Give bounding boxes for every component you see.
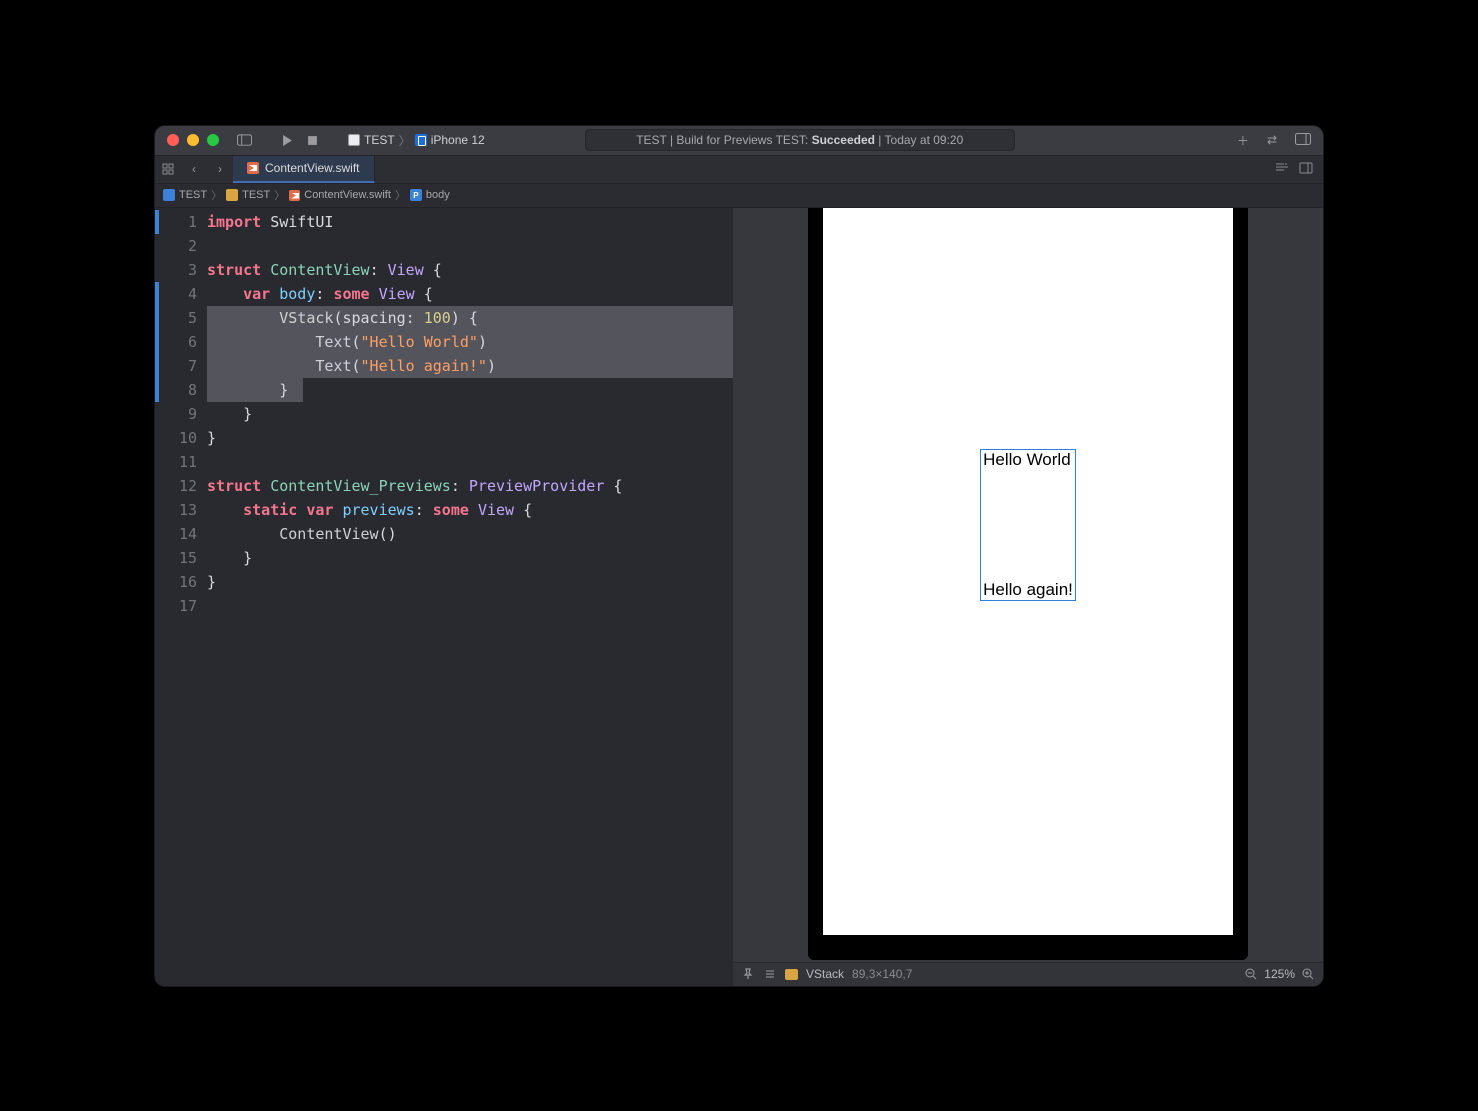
main-split: 1234567891011121314151617 import SwiftUI…: [155, 208, 1323, 986]
vstack-selection-box[interactable]: Hello World Hello again!: [980, 449, 1076, 601]
preview-text-2: Hello again!: [981, 580, 1075, 600]
preview-pane: Hello World Hello again! VStack 89,3×140…: [733, 208, 1323, 986]
selected-element-chip-icon: [785, 969, 798, 980]
tab-bar: ‹ › ContentView.swift: [155, 156, 1323, 184]
run-button[interactable]: [280, 134, 295, 146]
nav-forward-icon[interactable]: ›: [207, 156, 233, 183]
nav-back-icon[interactable]: ‹: [181, 156, 207, 183]
add-icon[interactable]: ＋: [1237, 132, 1249, 149]
pin-icon[interactable]: [741, 967, 755, 981]
line-gutter[interactable]: 1234567891011121314151617: [159, 208, 207, 986]
window-traffic-lights: [167, 134, 219, 146]
project-icon: [163, 189, 175, 201]
titlebar: TEST 〉 iPhone 12 TEST | Build for Previe…: [155, 126, 1323, 156]
crumb-group[interactable]: TEST: [242, 189, 270, 201]
swift-file-icon: [289, 190, 300, 201]
stop-button[interactable]: [305, 134, 320, 146]
folder-icon: [226, 189, 238, 201]
status-suffix: | Today at 09:20: [875, 133, 963, 147]
property-icon: P: [410, 189, 422, 201]
zoom-in-icon[interactable]: [1301, 967, 1315, 981]
toggle-inspector-icon[interactable]: [1295, 133, 1311, 148]
status-prefix: TEST | Build for Previews TEST:: [636, 133, 811, 147]
jump-bar[interactable]: TEST 〉 TEST 〉 ContentView.swift 〉 Pbody: [155, 184, 1323, 208]
crumb-file[interactable]: ContentView.swift: [304, 189, 391, 201]
scheme-selector[interactable]: TEST 〉 iPhone 12: [348, 132, 485, 149]
swift-file-icon: [247, 162, 259, 174]
crumb-project[interactable]: TEST: [179, 189, 207, 201]
change-bar: [155, 208, 159, 986]
zoom-out-icon[interactable]: [1244, 967, 1258, 981]
zoom-window-button[interactable]: [207, 134, 219, 146]
simulator-icon: [415, 134, 427, 146]
adjust-editor-icon[interactable]: [1299, 162, 1313, 177]
device-name: iPhone 12: [431, 133, 485, 147]
app-icon: [348, 134, 360, 146]
minimize-window-button[interactable]: [187, 134, 199, 146]
crumb-symbol[interactable]: body: [426, 189, 450, 201]
minimap-icon[interactable]: [1275, 162, 1289, 177]
device-frame: Hello World Hello again!: [808, 208, 1248, 960]
scheme-name: TEST: [364, 133, 395, 147]
zoom-level[interactable]: 125%: [1264, 967, 1295, 981]
preview-bottom-bar: VStack 89,3×140,7 125%: [733, 962, 1323, 986]
code-area[interactable]: import SwiftUIstruct ContentView: View {…: [207, 208, 733, 986]
selected-element-dims: 89,3×140,7: [852, 967, 912, 981]
code-editor[interactable]: 1234567891011121314151617 import SwiftUI…: [155, 208, 733, 986]
toggle-navigator-icon[interactable]: [237, 134, 252, 146]
preview-canvas[interactable]: Hello World Hello again!: [733, 208, 1323, 962]
device-screen: Hello World Hello again!: [823, 208, 1233, 935]
status-result: Succeeded: [812, 133, 875, 147]
list-icon[interactable]: [763, 967, 777, 981]
preview-text-1: Hello World: [981, 450, 1073, 470]
close-window-button[interactable]: [167, 134, 179, 146]
tab-filename: ContentView.swift: [265, 161, 360, 175]
file-tab[interactable]: ContentView.swift: [233, 156, 375, 183]
selected-element-name[interactable]: VStack: [806, 967, 844, 981]
xcode-window: TEST 〉 iPhone 12 TEST | Build for Previe…: [155, 126, 1323, 986]
open-in-assistant-icon[interactable]: ⇄: [1267, 133, 1277, 147]
related-items-icon[interactable]: [155, 156, 181, 183]
activity-status[interactable]: TEST | Build for Previews TEST: Succeede…: [585, 129, 1015, 151]
